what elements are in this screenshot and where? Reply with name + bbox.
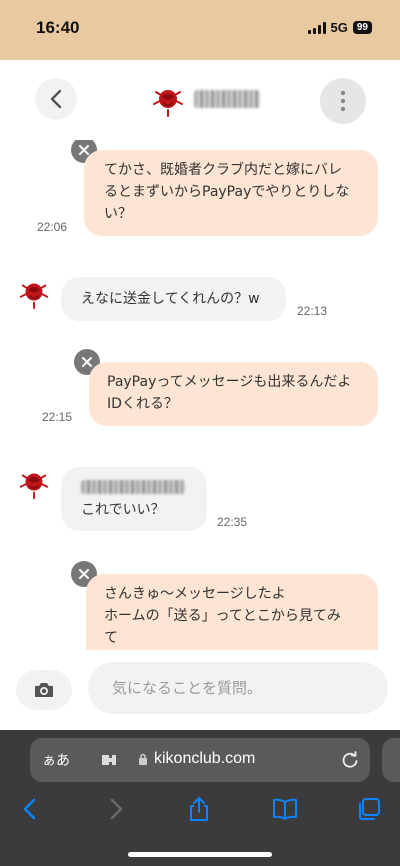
rose-avatar-icon[interactable] bbox=[17, 276, 51, 310]
message-line: て bbox=[104, 630, 118, 646]
bookmarks-icon[interactable] bbox=[272, 796, 298, 822]
tabs-icon[interactable] bbox=[356, 796, 382, 822]
url-text: kikonclub.com bbox=[154, 750, 256, 767]
reload-icon[interactable] bbox=[340, 750, 360, 770]
message-line: PayPayってメッセージも出来るんだよ bbox=[107, 374, 352, 390]
address-bar[interactable]: ぁあ kikonclub.com bbox=[30, 738, 370, 782]
more-menu-button[interactable] bbox=[320, 78, 366, 124]
browser-toolbar: ぁあ kikonclub.com bbox=[0, 730, 400, 866]
extension-icon[interactable] bbox=[100, 752, 118, 768]
message-line: い？ bbox=[104, 206, 132, 222]
lock-icon bbox=[139, 753, 147, 765]
close-icon bbox=[82, 357, 92, 367]
message-line: ホームの「送る」ってとこから見てみ bbox=[104, 608, 341, 624]
message-bubble-outgoing[interactable]: てかさ、既婚者クラブ内だと嫁にバレ るとまずいからPayPayでやりとりしな い… bbox=[84, 150, 378, 236]
chat-header bbox=[0, 60, 400, 140]
more-vertical-icon bbox=[340, 90, 346, 112]
message-line: これでいい？ bbox=[81, 502, 165, 518]
question-input[interactable] bbox=[88, 662, 388, 714]
status-bar: 16:40 5G 99 bbox=[0, 0, 400, 60]
message-bubble-incoming[interactable]: えなに送金してくれんの？w bbox=[61, 277, 286, 321]
battery-badge: 99 bbox=[352, 21, 372, 34]
message-bubble-incoming[interactable]: これでいい？ bbox=[61, 467, 207, 531]
question-input-wrapper bbox=[88, 662, 388, 714]
camera-icon bbox=[35, 683, 53, 697]
message-composer bbox=[0, 650, 400, 730]
back-button[interactable] bbox=[35, 78, 77, 120]
message-line: IDくれる？ bbox=[107, 396, 178, 412]
chevron-left-icon bbox=[50, 89, 62, 109]
message-time: 22:15 bbox=[42, 410, 73, 424]
rose-avatar-icon[interactable] bbox=[150, 82, 186, 118]
message-bubble-outgoing[interactable]: さんきゅ〜メッセージしたよ ホームの「送る」ってとこから見てみ て bbox=[86, 574, 378, 650]
message-bubble-outgoing[interactable]: PayPayってメッセージも出来るんだよ IDくれる？ bbox=[89, 362, 378, 426]
chat-message-list[interactable]: てかさ、既婚者クラブ内だと嫁にバレ るとまずいからPayPayでやりとりしな い… bbox=[0, 140, 400, 650]
next-tab-peek[interactable] bbox=[382, 738, 400, 782]
signal-icon bbox=[307, 21, 326, 34]
camera-button[interactable] bbox=[16, 670, 72, 710]
rose-avatar-icon[interactable] bbox=[17, 466, 51, 500]
close-icon bbox=[79, 569, 89, 579]
message-line: るとまずいからPayPayでやりとりしな bbox=[104, 184, 350, 200]
status-time: 16:40 bbox=[36, 18, 80, 37]
message-line: てかさ、既婚者クラブ内だと嫁にバレ bbox=[104, 162, 342, 178]
chat-partner-name-redacted bbox=[194, 90, 260, 108]
reader-options-button[interactable]: ぁあ bbox=[42, 750, 70, 770]
status-indicators: 5G 99 bbox=[307, 20, 372, 35]
home-indicator bbox=[128, 852, 272, 857]
message-line: さんきゅ〜メッセージしたよ bbox=[104, 586, 286, 602]
network-label: 5G bbox=[330, 20, 348, 35]
forward-arrow-icon[interactable] bbox=[102, 796, 128, 822]
redacted-id-text bbox=[81, 479, 185, 494]
close-icon bbox=[79, 145, 89, 155]
back-arrow-icon[interactable] bbox=[18, 796, 44, 822]
message-line: えなに送金してくれんの？w bbox=[81, 291, 260, 307]
message-time: 22:13 bbox=[297, 304, 328, 318]
message-time: 22:06 bbox=[37, 220, 68, 234]
share-icon[interactable] bbox=[186, 796, 212, 822]
message-time: 22:35 bbox=[217, 515, 248, 529]
